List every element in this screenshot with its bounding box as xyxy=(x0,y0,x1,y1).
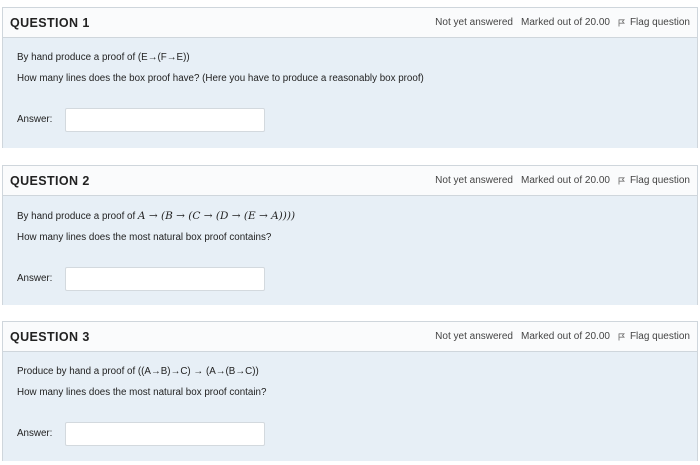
question-header: QUESTION 3 Not yet answered Marked out o… xyxy=(3,322,697,352)
flag-question-link[interactable]: Flag question xyxy=(630,175,690,186)
question-header: QUESTION 1 Not yet answered Marked out o… xyxy=(3,8,697,38)
answer-row: Answer: xyxy=(17,421,683,446)
question-2: QUESTION 2 Not yet answered Marked out o… xyxy=(2,165,698,305)
question-title: QUESTION 2 xyxy=(10,173,90,188)
question-subprompt: How many lines does the box proof have? … xyxy=(17,72,424,84)
answer-row: Answer: xyxy=(17,266,683,291)
question-status: Not yet answered xyxy=(435,331,513,342)
question-header: QUESTION 2 Not yet answered Marked out o… xyxy=(3,166,697,196)
flag-question-link[interactable]: Flag question xyxy=(630,331,690,342)
question-body: By hand produce a proof of A → (B → (C →… xyxy=(3,196,697,305)
answer-label: Answer: xyxy=(17,428,53,439)
flag-icon[interactable] xyxy=(618,176,625,185)
question-title: QUESTION 3 xyxy=(10,329,90,344)
question-1: QUESTION 1 Not yet answered Marked out o… xyxy=(2,7,698,148)
question-marks: Marked out of 20.00 xyxy=(521,175,610,186)
flag-question-link[interactable]: Flag question xyxy=(630,17,690,28)
question-subprompt: How many lines does the most natural box… xyxy=(17,386,267,398)
question-title: QUESTION 1 xyxy=(10,15,90,30)
answer-label: Answer: xyxy=(17,273,53,284)
question-status: Not yet answered xyxy=(435,175,513,186)
question-prompt-text: By hand produce a proof of xyxy=(17,211,138,222)
question-status: Not yet answered xyxy=(435,17,513,28)
question-meta: Not yet answered Marked out of 20.00 Fla… xyxy=(427,331,690,342)
answer-label: Answer: xyxy=(17,114,53,125)
answer-input[interactable] xyxy=(65,107,265,132)
question-marks: Marked out of 20.00 xyxy=(521,17,610,28)
question-prompt: By hand produce a proof of (E→(F→E)) xyxy=(17,52,190,63)
flag-icon[interactable] xyxy=(618,332,625,341)
question-prompt: By hand produce a proof of A → (B → (C →… xyxy=(17,210,683,223)
question-subprompt: How many lines does the most natural box… xyxy=(17,231,272,243)
question-3: QUESTION 3 Not yet answered Marked out o… xyxy=(2,321,698,461)
question-marks: Marked out of 20.00 xyxy=(521,331,610,342)
question-prompt: Produce by hand a proof of ((A→B)→C) → (… xyxy=(17,366,259,377)
flag-icon[interactable] xyxy=(618,18,625,27)
question-meta: Not yet answered Marked out of 20.00 Fla… xyxy=(427,17,690,28)
answer-input[interactable] xyxy=(65,421,265,446)
question-prompt-formula: A → (B → (C → (D → (E → A)))) xyxy=(137,210,296,222)
answer-input[interactable] xyxy=(65,266,265,291)
question-body: By hand produce a proof of (E→(F→E)) How… xyxy=(3,38,697,148)
question-meta: Not yet answered Marked out of 20.00 Fla… xyxy=(427,175,690,186)
question-body: Produce by hand a proof of ((A→B)→C) → (… xyxy=(3,352,697,461)
answer-row: Answer: xyxy=(17,107,683,132)
